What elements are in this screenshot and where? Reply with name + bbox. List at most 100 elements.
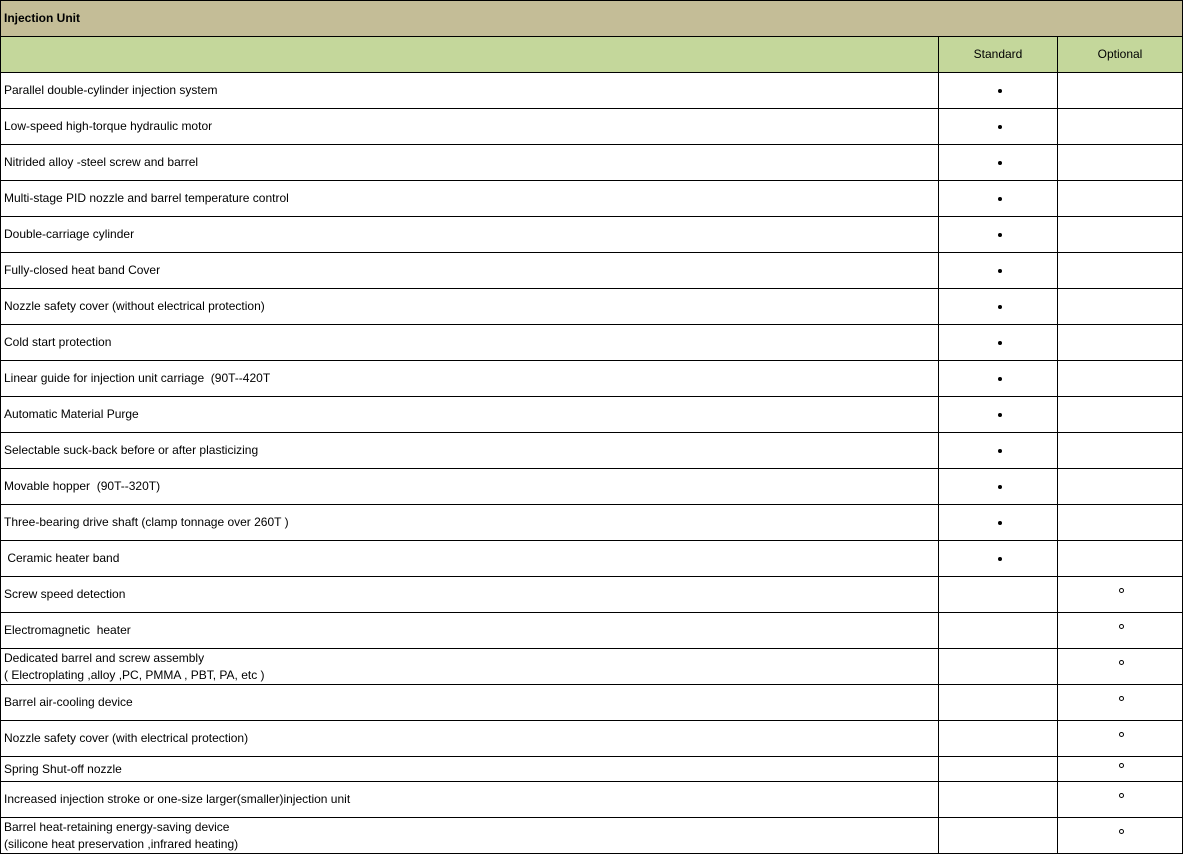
optional-circle-icon: [1119, 660, 1125, 666]
standard-cell: [938, 540, 1058, 577]
optional-circle-icon: [1119, 696, 1125, 702]
feature-label: Electromagnetic heater: [4, 623, 131, 637]
feature-label: Double-carriage cylinder: [4, 227, 135, 241]
standard-cell: [938, 288, 1058, 325]
table-row: Double-carriage cylinder: [0, 216, 1183, 253]
optional-cell: [1056, 781, 1183, 818]
table-row: Selectable suck-back before or after pla…: [0, 432, 1183, 469]
standard-cell: [938, 396, 1058, 433]
feature-label: Parallel double-cylinder injection syste…: [4, 83, 218, 97]
standard-dot-icon: [997, 340, 1002, 345]
table-row: Multi-stage PID nozzle and barrel temper…: [0, 180, 1183, 217]
feature-cell: Dedicated barrel and screw assembly ( Ele…: [0, 648, 939, 685]
optional-cell: [1056, 612, 1183, 649]
feature-label: Linear guide for injection unit carriage…: [4, 371, 271, 385]
standard-dot-icon: [997, 376, 1002, 381]
feature-cell: Nozzle safety cover (with electrical pro…: [0, 720, 939, 757]
feature-cell: Cold start protection: [0, 324, 939, 361]
feature-label: Nozzle safety cover (without electrical …: [4, 299, 265, 313]
standard-dot-icon: [997, 412, 1002, 417]
feature-label: Ceramic heater band: [4, 551, 120, 565]
optional-cell: [1056, 252, 1183, 289]
table-row: Movable hopper (90T--320T): [0, 468, 1183, 505]
optional-cell: [1056, 396, 1183, 433]
table-row: Automatic Material Purge: [0, 396, 1183, 433]
feature-label: Barrel heat-retaining energy-saving devi…: [4, 819, 230, 834]
standard-cell: [938, 216, 1058, 253]
feature-label: (silicone heat preservation ,infrared he…: [4, 836, 239, 851]
table-row: Linear guide for injection unit carriage…: [0, 360, 1183, 397]
optional-circle-icon: [1119, 829, 1125, 835]
table-row: Low-speed high-torque hydraulic motor: [0, 108, 1183, 145]
feature-cell: Barrel heat-retaining energy-saving devi…: [0, 817, 939, 854]
standard-cell: [938, 360, 1058, 397]
feature-cell: Automatic Material Purge: [0, 396, 939, 433]
feature-label: Automatic Material Purge: [4, 407, 139, 421]
optional-cell: [1056, 72, 1183, 109]
feature-cell: Three-bearing drive shaft (clamp tonnage…: [0, 504, 939, 541]
injection-unit-spec-table: Injection Unit Standard Optional Paralle…: [0, 0, 1183, 854]
feature-label: Low-speed high-torque hydraulic motor: [4, 119, 213, 133]
section-header-row: Injection Unit: [0, 0, 1183, 37]
table-row: Screw speed detection: [0, 576, 1183, 613]
standard-cell: [938, 576, 1058, 613]
table-row: Parallel double-cylinder injection syste…: [0, 72, 1183, 109]
table-row: Cold start protection: [0, 324, 1183, 361]
standard-cell: [938, 108, 1058, 145]
feature-label: Dedicated barrel and screw assembly: [4, 650, 205, 665]
feature-label: Barrel air-cooling device: [4, 695, 133, 709]
column-header-row: Standard Optional: [0, 36, 1183, 73]
optional-circle-icon: [1119, 762, 1125, 768]
section-title: Injection Unit: [0, 0, 1183, 37]
standard-cell: [938, 612, 1058, 649]
standard-cell: [938, 432, 1058, 469]
feature-cell: Movable hopper (90T--320T): [0, 468, 939, 505]
optional-cell: [1056, 216, 1183, 253]
table-row: Dedicated barrel and screw assembly ( Ele…: [0, 648, 1183, 685]
standard-cell: [938, 180, 1058, 217]
optional-cell: [1056, 324, 1183, 361]
standard-cell: [938, 324, 1058, 361]
optional-circle-icon: [1119, 588, 1125, 594]
feature-cell: Double-carriage cylinder: [0, 216, 939, 253]
optional-cell: [1056, 540, 1183, 577]
feature-cell: Multi-stage PID nozzle and barrel temper…: [0, 180, 939, 217]
optional-cell: [1056, 144, 1183, 181]
standard-column-header: Standard: [938, 36, 1058, 73]
standard-dot-icon: [997, 232, 1002, 237]
feature-label: Three-bearing drive shaft (clamp tonnage…: [4, 515, 289, 529]
feature-cell: Parallel double-cylinder injection syste…: [0, 72, 939, 109]
standard-cell: [938, 252, 1058, 289]
table-row: Nitrided alloy -steel screw and barrel: [0, 144, 1183, 181]
standard-dot-icon: [997, 304, 1002, 309]
optional-circle-icon: [1119, 624, 1125, 630]
standard-dot-icon: [997, 520, 1002, 525]
feature-label: Nitrided alloy -steel screw and barrel: [4, 155, 199, 169]
feature-cell: Nozzle safety cover (without electrical …: [0, 288, 939, 325]
feature-label: Spring Shut-off nozzle: [4, 761, 122, 776]
optional-cell: [1056, 504, 1183, 541]
feature-column-header: [0, 36, 939, 73]
feature-cell: Nitrided alloy -steel screw and barrel: [0, 144, 939, 181]
feature-label: Nozzle safety cover (with electrical pro…: [4, 731, 249, 745]
table-row: Nozzle safety cover (without electrical …: [0, 288, 1183, 325]
feature-cell: Barrel air-cooling device: [0, 684, 939, 721]
standard-dot-icon: [997, 448, 1002, 453]
standard-dot-icon: [997, 124, 1002, 129]
feature-label: ( Electroplating ,alloy ,PC, PMMA , PBT,…: [4, 667, 265, 682]
standard-cell: [938, 648, 1058, 685]
optional-cell: [1056, 360, 1183, 397]
feature-label: Cold start protection: [4, 335, 112, 349]
feature-cell: Increased injection stroke or one-size l…: [0, 781, 939, 818]
standard-cell: [938, 504, 1058, 541]
optional-circle-icon: [1119, 732, 1125, 738]
standard-dot-icon: [997, 556, 1002, 561]
table-row: Barrel heat-retaining energy-saving devi…: [0, 817, 1183, 854]
feature-label: Fully-closed heat band Cover: [4, 263, 161, 277]
standard-cell: [938, 817, 1058, 854]
feature-cell: Electromagnetic heater: [0, 612, 939, 649]
optional-cell: [1056, 648, 1183, 685]
standard-cell: [938, 756, 1058, 782]
standard-cell: [938, 144, 1058, 181]
optional-cell: [1056, 288, 1183, 325]
